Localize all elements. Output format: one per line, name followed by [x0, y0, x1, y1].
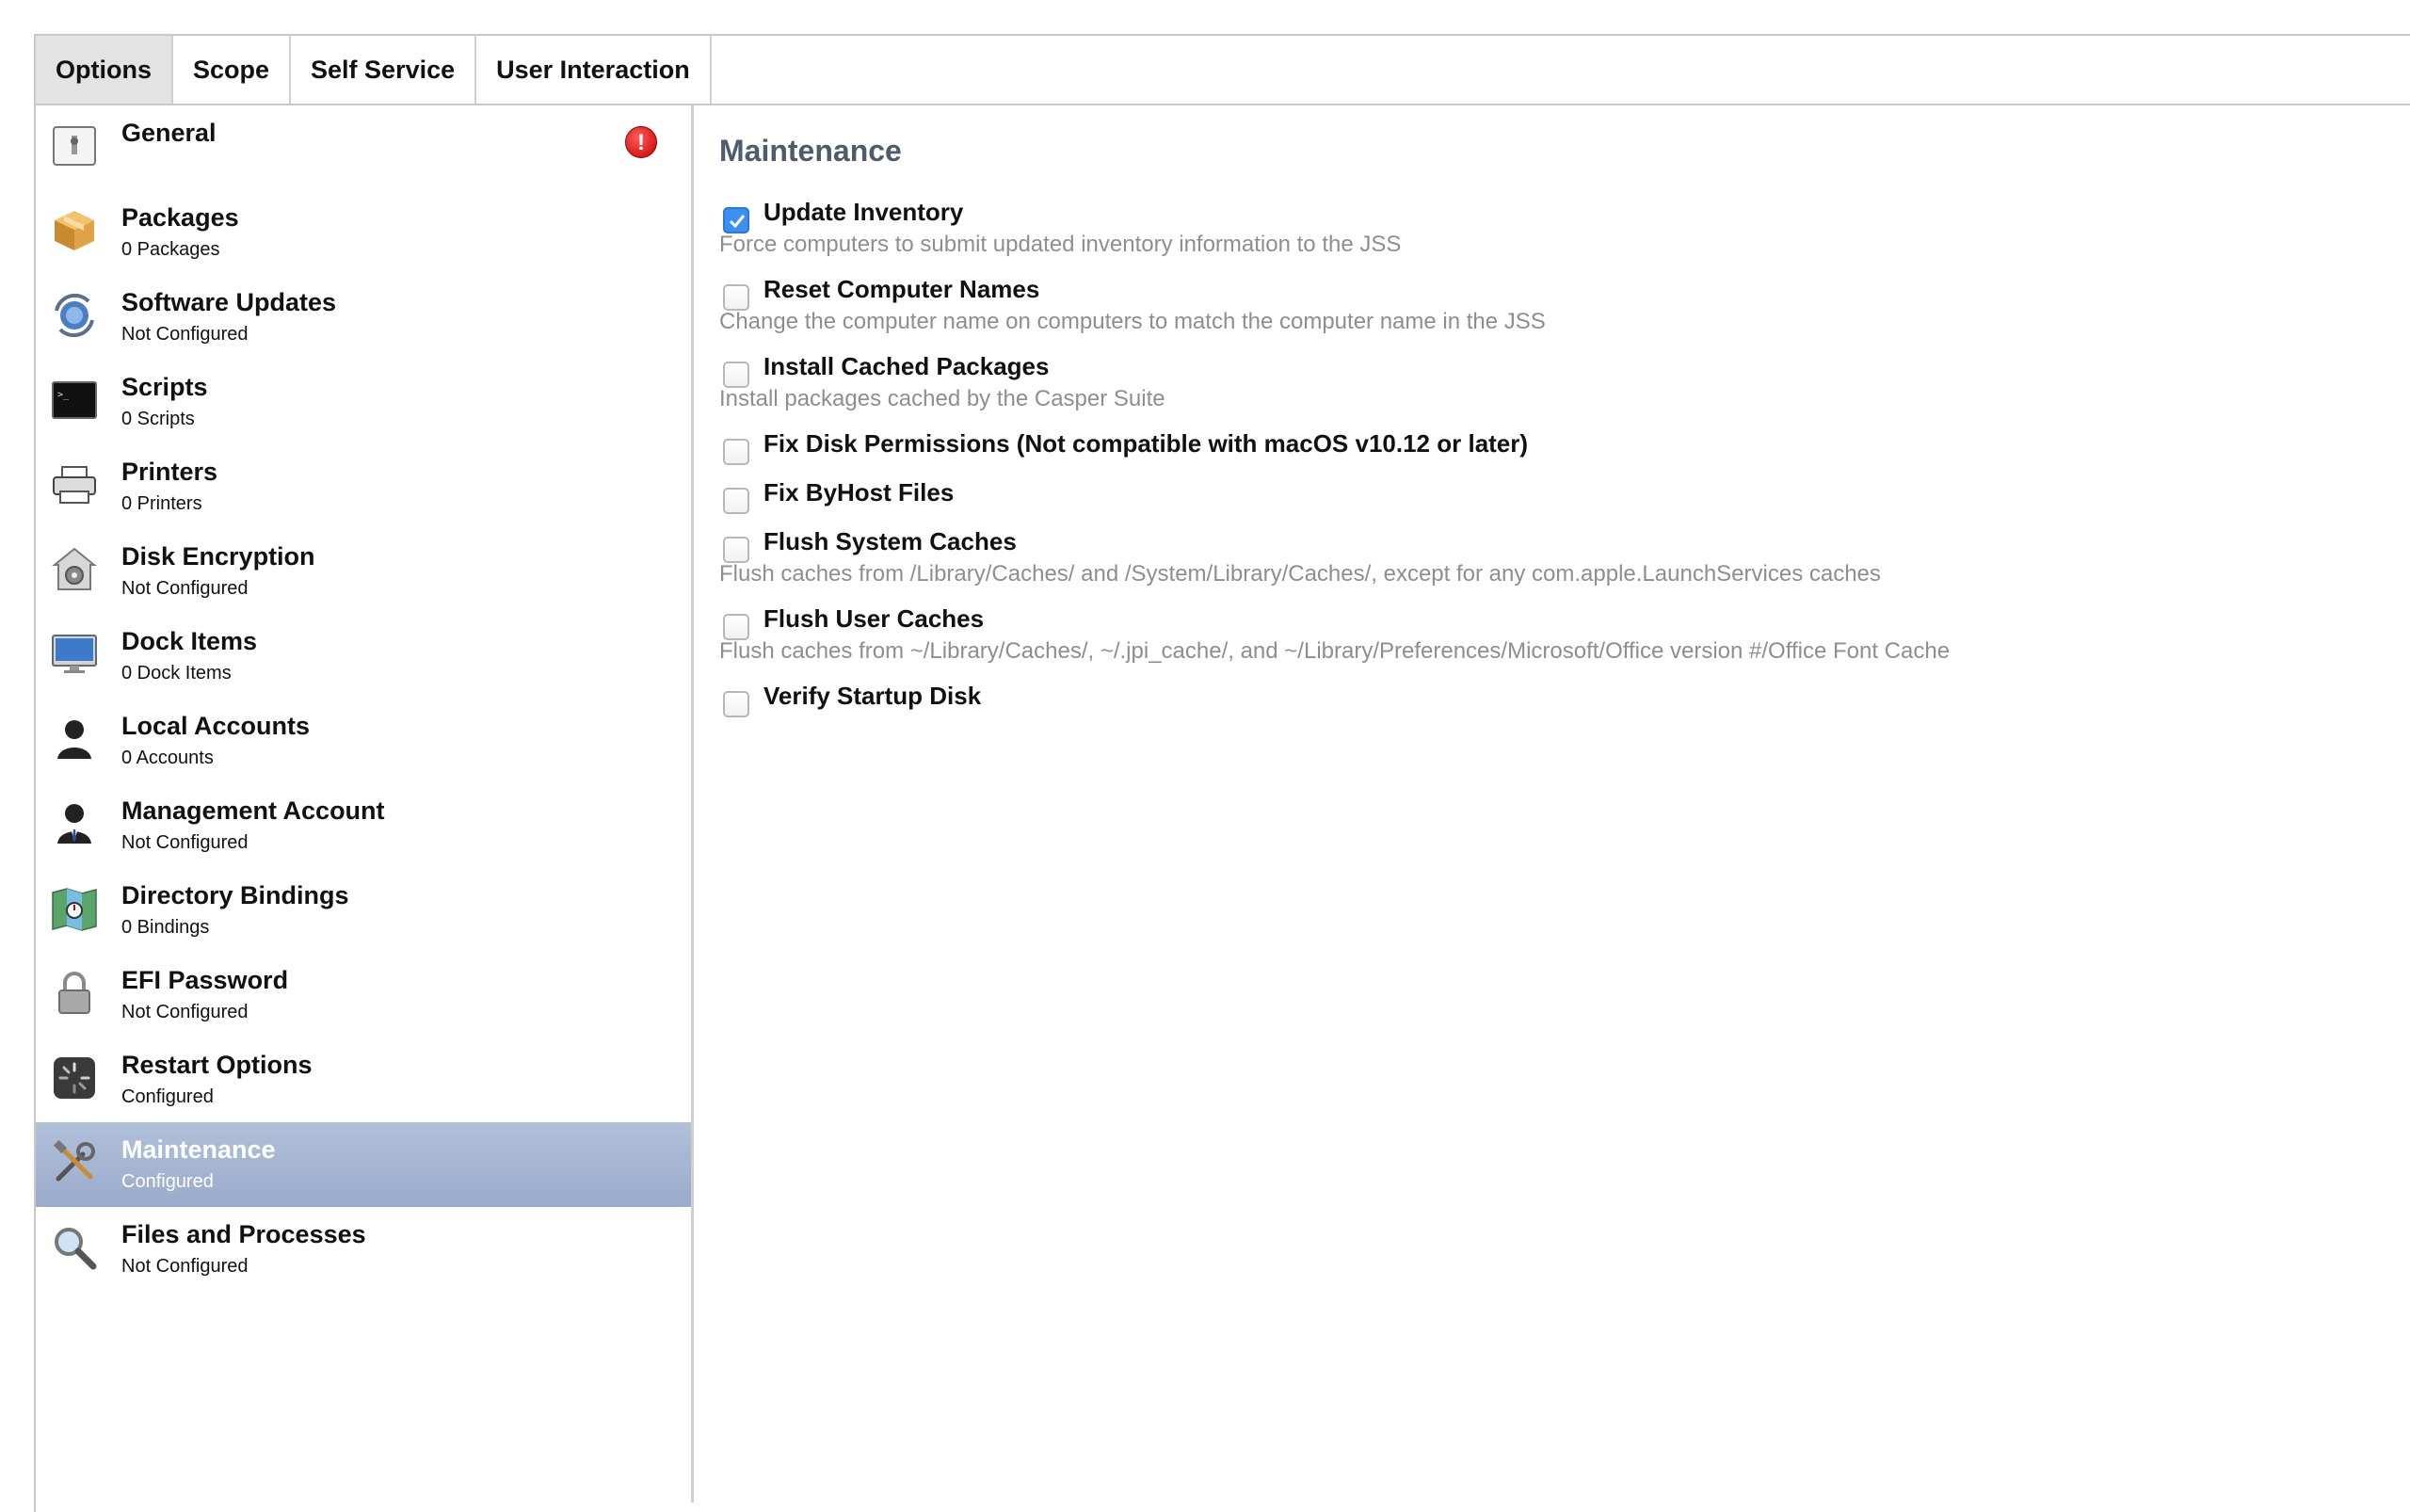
sidebar-item-printers[interactable]: Printers 0 Printers	[36, 444, 691, 529]
disk-encryption-icon	[52, 547, 97, 590]
sidebar-item-title: Disk Encryption	[121, 542, 315, 571]
sidebar-item-directory-bindings[interactable]: Directory Bindings 0 Bindings	[36, 868, 691, 953]
sidebar-item-subtitle: Not Configured	[121, 324, 249, 345]
error-badge: !	[625, 126, 657, 158]
sidebar-item-efi-password[interactable]: EFI Password Not Configured	[36, 953, 691, 1037]
verify-startup-disk-checkbox[interactable]	[723, 691, 749, 717]
printer-icon	[53, 466, 96, 504]
monitor-icon	[52, 635, 97, 673]
sidebar-item-subtitle: Not Configured	[121, 832, 249, 853]
software-update-icon	[55, 293, 94, 338]
main-panel: Maintenance Update Inventory Force compu…	[719, 105, 2410, 1503]
sidebar-item-title: Management Account	[121, 796, 385, 825]
update-inventory-checkbox[interactable]	[723, 207, 749, 233]
sidebar-item-subtitle: Configured	[121, 1086, 214, 1107]
sidebar-item-packages[interactable]: Packages 0 Packages	[36, 190, 691, 275]
option-label: Reset Computer Names	[763, 275, 1040, 303]
sidebar-item-dock-items[interactable]: Dock Items 0 Dock Items	[36, 614, 691, 699]
sidebar-item-maintenance[interactable]: Maintenance Configured	[36, 1122, 691, 1207]
sidebar-item-files-and-processes[interactable]: Files and Processes Not Configured	[36, 1207, 691, 1292]
checkmark-icon	[729, 215, 746, 229]
user-icon	[57, 720, 91, 759]
option-label: Fix ByHost Files	[763, 478, 955, 507]
flush-user-caches-checkbox[interactable]	[723, 614, 749, 640]
sidebar-item-disk-encryption[interactable]: Disk Encryption Not Configured	[36, 529, 691, 614]
tab-options[interactable]: Options	[36, 36, 173, 104]
tab-bar: Options Scope Self Service User Interact…	[36, 36, 2410, 105]
option-description: Install packages cached by the Casper Su…	[719, 386, 1165, 411]
flush-system-caches-checkbox[interactable]	[723, 537, 749, 563]
manager-user-icon	[57, 804, 91, 844]
fix-byhost-files-checkbox[interactable]	[723, 488, 749, 514]
option-label: Flush User Caches	[763, 604, 985, 633]
sidebar-item-subtitle: Not Configured	[121, 1256, 249, 1277]
sidebar-item-title: Directory Bindings	[121, 881, 349, 909]
lock-icon	[58, 972, 90, 1014]
tab-scope[interactable]: Scope	[173, 36, 292, 104]
sidebar-item-title: Local Accounts	[121, 712, 311, 740]
sidebar-item-title: Scripts	[121, 373, 208, 401]
option-label: Install Cached Packages	[763, 352, 1050, 380]
fix-disk-permissions-checkbox[interactable]	[723, 439, 749, 465]
sidebar-item-general[interactable]: General !	[36, 105, 691, 190]
sidebar-item-subtitle: Not Configured	[121, 1002, 249, 1022]
sidebar-item-subtitle: 0 Printers	[121, 493, 202, 514]
sidebar-item-management-account[interactable]: Management Account Not Configured	[36, 783, 691, 868]
option-label: Verify Startup Disk	[763, 682, 982, 710]
sidebar-item-subtitle: Configured	[121, 1171, 214, 1192]
svg-text:>_: >_	[57, 390, 70, 400]
sidebar-item-scripts[interactable]: >_ Scripts 0 Scripts	[36, 360, 691, 444]
sidebar-item-title: Dock Items	[121, 627, 258, 655]
option-label: Update Inventory	[763, 198, 964, 226]
option-description: Force computers to submit updated invent…	[719, 232, 1402, 257]
package-icon	[55, 211, 94, 250]
sidebar-item-software-updates[interactable]: Software Updates Not Configured	[36, 275, 691, 360]
sidebar-item-subtitle: 0 Bindings	[121, 917, 210, 938]
sidebar-item-subtitle: 0 Packages	[121, 239, 220, 260]
tab-user-interaction[interactable]: User Interaction	[476, 36, 712, 104]
sidebar-item-title: Software Updates	[121, 288, 337, 316]
option-label: Fix Disk Permissions (Not compatible wit…	[763, 429, 1529, 458]
sidebar-item-title: Packages	[121, 203, 239, 232]
sidebar-item-title: Maintenance	[121, 1135, 276, 1164]
option-description: Change the computer name on computers to…	[719, 309, 1546, 334]
sidebar-item-title: General	[121, 119, 217, 147]
option-description: Flush caches from ~/Library/Caches/, ~/.…	[719, 638, 1951, 664]
tools-icon	[53, 1139, 95, 1182]
map-icon	[52, 888, 97, 931]
install-cached-packages-checkbox[interactable]	[723, 362, 749, 388]
tab-self-service[interactable]: Self Service	[291, 36, 477, 104]
general-icon	[53, 126, 96, 166]
sidebar-item-title: EFI Password	[121, 966, 289, 994]
option-description: Flush caches from /Library/Caches/ and /…	[719, 561, 1881, 587]
restart-icon	[54, 1057, 95, 1099]
sidebar-item-restart-options[interactable]: Restart Options Configured	[36, 1037, 691, 1122]
sidebar-item-title: Files and Processes	[121, 1220, 366, 1248]
option-label: Flush System Caches	[763, 527, 1017, 555]
sidebar-item-title: Printers	[121, 458, 218, 486]
sidebar: General ! Packages 0 Packages Software U…	[36, 105, 694, 1503]
sidebar-item-subtitle: 0 Dock Items	[121, 663, 232, 684]
sidebar-item-subtitle: 0 Accounts	[121, 748, 214, 768]
sidebar-item-title: Restart Options	[121, 1051, 313, 1079]
section-title: Maintenance	[719, 134, 902, 168]
magnifier-icon	[55, 1228, 97, 1270]
sidebar-item-subtitle: Not Configured	[121, 578, 249, 599]
reset-computer-names-checkbox[interactable]	[723, 284, 749, 311]
sidebar-item-local-accounts[interactable]: Local Accounts 0 Accounts	[36, 699, 691, 783]
sidebar-item-subtitle: 0 Scripts	[121, 409, 195, 429]
terminal-icon: >_	[52, 381, 97, 419]
